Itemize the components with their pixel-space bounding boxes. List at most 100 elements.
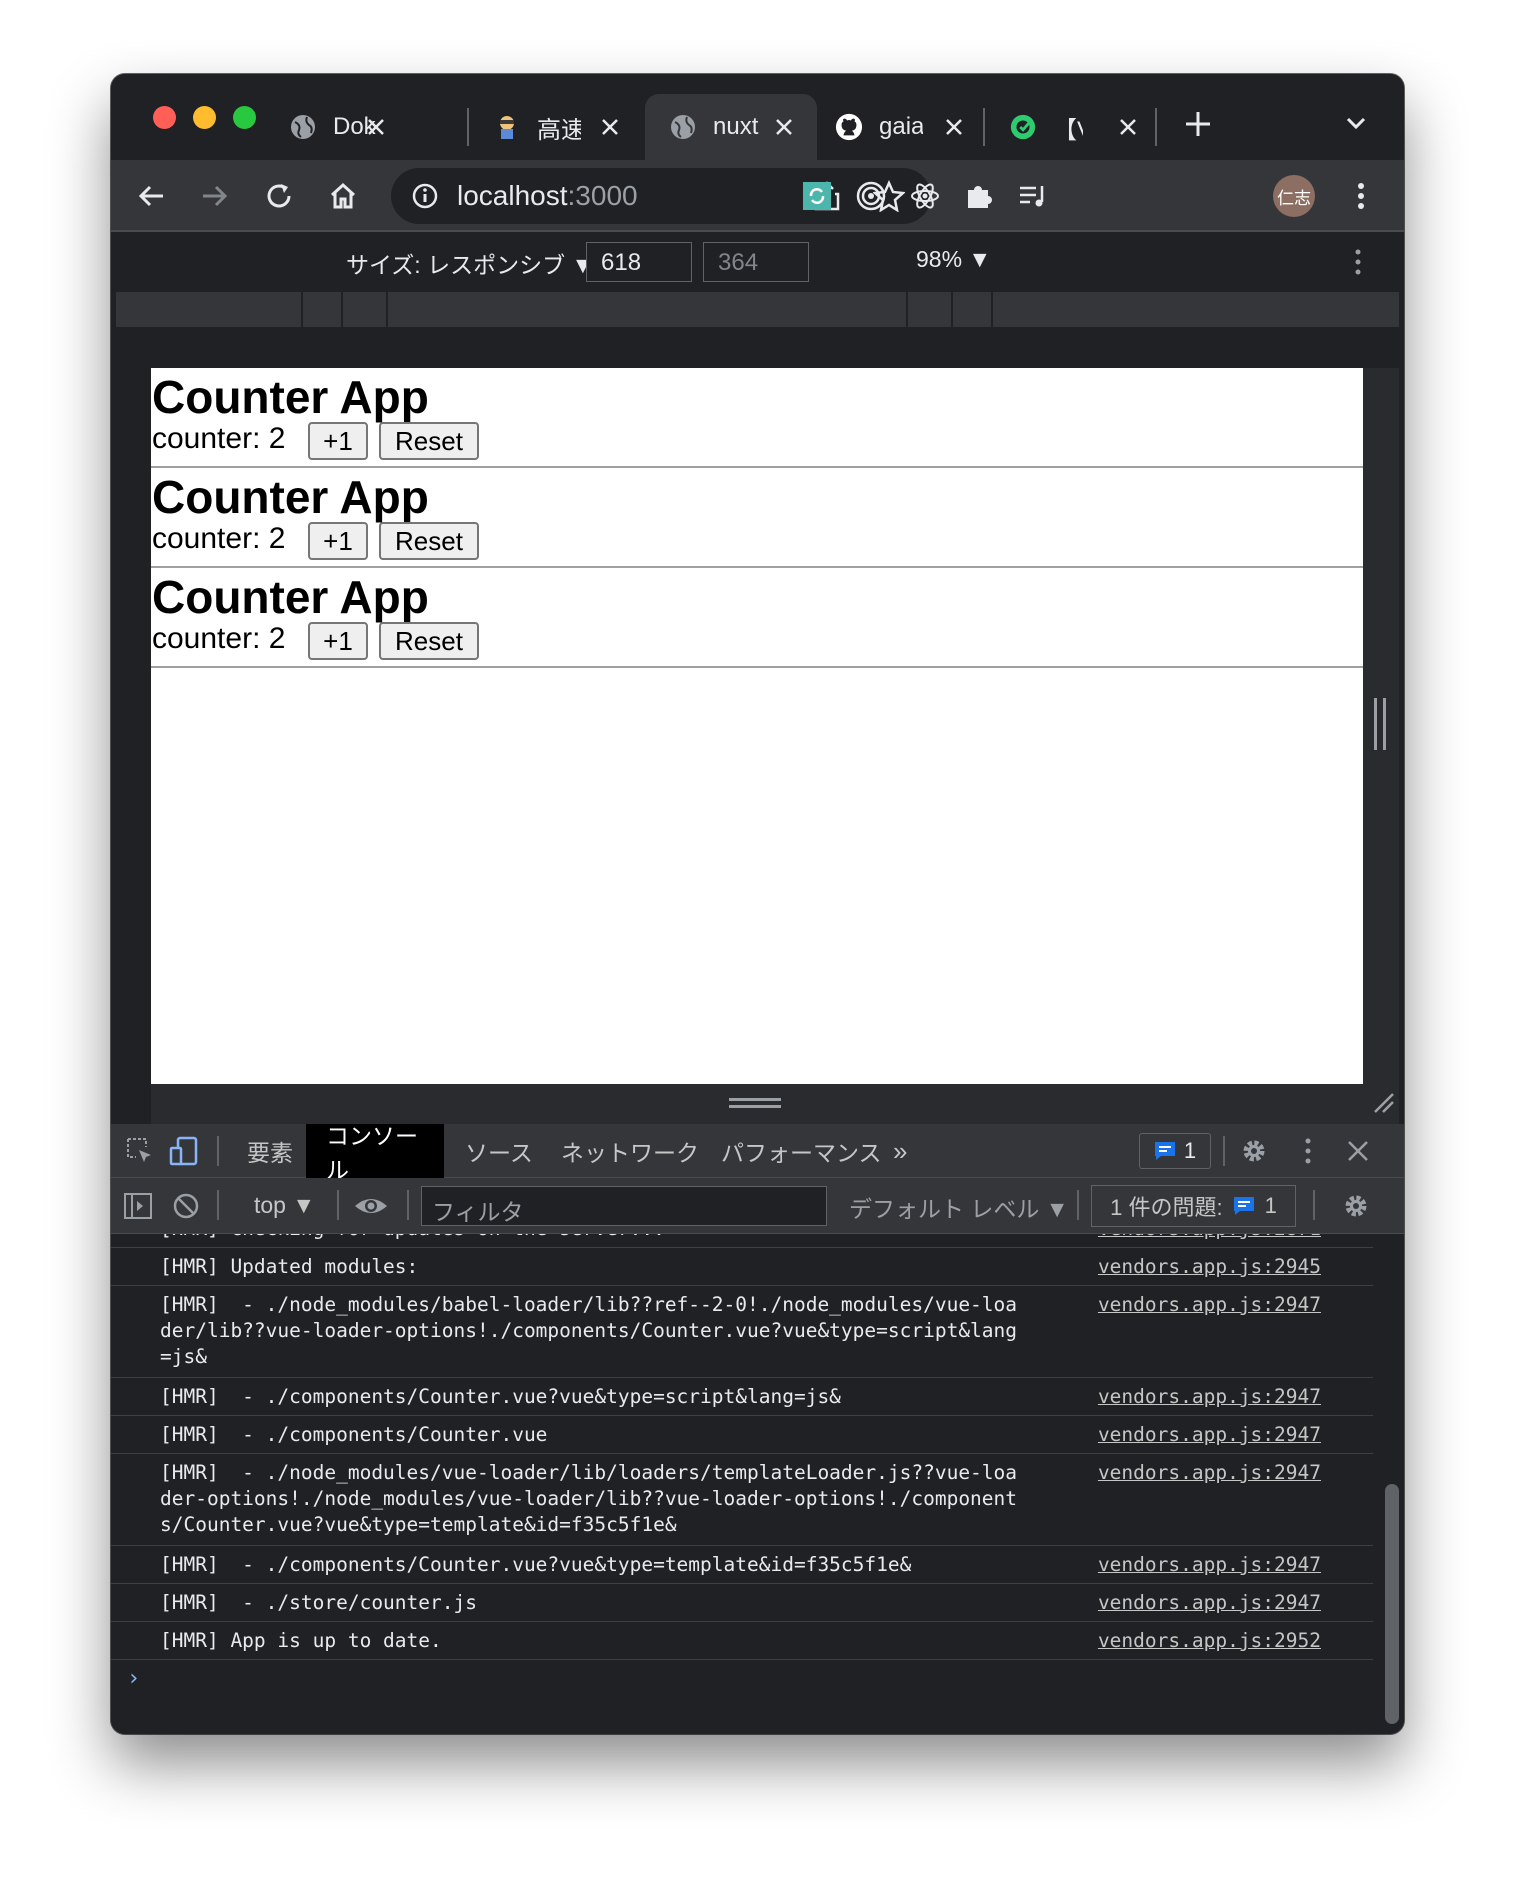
close-icon[interactable] [595,112,625,142]
console-toolbar: top ▼ フィルタ デフォルト レベル ▼ 1 件の問題: 1 [111,1178,1404,1234]
console-source-link[interactable]: vendors.app.js:2947 [1098,1384,1321,1410]
console-message: [HMR] - ./store/counter.js vendors.app.j… [111,1584,1373,1622]
clear-console-icon[interactable] [171,1191,201,1221]
live-expression-eye-icon[interactable] [353,1191,389,1221]
issues-count: 1 [1264,1193,1277,1218]
close-devtools-icon[interactable] [1343,1136,1373,1166]
responsive-size-dropdown[interactable]: サイズ: レスポンシブ ▼ [346,246,594,280]
viewport-width-handle[interactable] [1363,368,1399,1188]
reset-button[interactable]: Reset [379,422,479,460]
devtools-menu-icon[interactable] [1293,1136,1323,1166]
tab-title: 【Vu [1053,116,1083,144]
ruler-segment[interactable] [951,292,953,327]
scrollbar-thumb[interactable] [1385,1484,1399,1724]
viewport-width-input[interactable]: 618 [586,242,692,282]
reload-button[interactable] [261,178,297,214]
console-settings-gear-icon[interactable] [1341,1191,1371,1221]
console-source-link[interactable]: vendors.app.js:2947 [1098,1590,1321,1616]
browser-tab[interactable]: gaia [819,94,987,160]
console-source-link[interactable]: vendors.app.js:2945 [1098,1254,1321,1280]
extensions-puzzle-icon[interactable] [961,178,997,214]
page-viewport: Counter App counter: 2 +1 Reset Counter … [151,368,1363,1084]
profile-avatar[interactable]: 仁志 [1273,175,1315,217]
extension-target-icon[interactable] [853,178,889,214]
inspect-element-icon[interactable] [125,1136,155,1166]
browser-tab[interactable]: 【Vu [991,94,1161,160]
chevron-down-icon[interactable] [1341,108,1371,138]
tab-console[interactable]: コンソール [306,1123,444,1183]
close-icon[interactable] [1113,112,1143,142]
close-icon[interactable] [769,112,799,142]
console-scrollbar[interactable] [1373,1234,1404,1734]
tab-elements[interactable]: 要素 [227,1124,313,1178]
close-window-button[interactable] [153,106,176,129]
console-source-link[interactable]: vendors.app.js:2947 [1098,1422,1321,1448]
browser-tab-active[interactable]: nuxt [645,94,817,160]
extension-sync-icon[interactable] [799,178,835,214]
device-toolbar-toggle-icon[interactable] [169,1136,199,1166]
tab-sources[interactable]: ソース [445,1124,553,1178]
counter-value: counter: 2 [152,622,286,655]
console-source-link[interactable]: vendors.app.js:2947 [1098,1292,1321,1318]
tab-title: gaia [879,113,923,140]
new-tab-button[interactable] [1178,104,1218,144]
devtools-tabbar: 要素 コンソール ソース ネットワーク パフォーマンス » 1 [111,1123,1404,1183]
console-message: [HMR] - ./node_modules/babel-loader/lib?… [111,1286,1373,1378]
info-icon[interactable] [411,182,439,210]
tab-performance[interactable]: パフォーマンス [701,1124,902,1178]
tab-separator [983,108,985,146]
address-bar[interactable]: localhost:3000 [391,168,931,224]
ruler-segment[interactable] [906,292,908,327]
drag-handle-icon[interactable] [1374,698,1386,750]
console-message-text: [HMR] - ./components/Counter.vue?vue&typ… [160,1385,841,1408]
increment-button[interactable]: +1 [308,622,368,660]
tab-strip: Dok 高速 nuxt gaia 【 [111,74,1404,160]
context-selector[interactable]: top ▼ [254,1192,315,1219]
reset-button[interactable]: Reset [379,522,479,560]
ruler-segment[interactable] [991,292,993,327]
home-button[interactable] [325,178,361,214]
console-output: [HMR] Checking for updates on the server… [111,1234,1373,1734]
close-icon[interactable] [361,112,391,142]
close-icon[interactable] [939,112,969,142]
ruler-segment[interactable] [301,292,303,327]
increment-button[interactable]: +1 [308,522,368,560]
log-level-dropdown[interactable]: デフォルト レベル ▼ [849,1190,1069,1224]
counter-app: Counter App counter: 2 +1 Reset [151,568,1363,668]
settings-gear-icon[interactable] [1239,1136,1269,1166]
divider [1223,1136,1225,1166]
zoom-window-button[interactable] [233,106,256,129]
sidebar-toggle-icon[interactable] [123,1191,153,1221]
console-source-link[interactable]: vendors.app.js:2952 [1098,1628,1321,1654]
counter-app-title: Counter App [152,571,429,623]
browser-tab[interactable]: 高速 [475,94,643,160]
console-source-link[interactable]: vendors.app.js:2871 [1098,1234,1321,1242]
viewport-height-input[interactable]: 364 [703,242,809,282]
device-toolbar-menu-icon[interactable] [1354,248,1362,281]
console-source-link[interactable]: vendors.app.js:2947 [1098,1552,1321,1578]
console-message-text: [HMR] - ./node_modules/babel-loader/lib?… [160,1293,1018,1368]
increment-button[interactable]: +1 [308,422,368,460]
console-filter-input[interactable]: フィルタ [421,1186,827,1226]
browser-tab[interactable]: Dok [271,94,409,160]
console-message-text: [HMR] - ./store/counter.js [160,1591,477,1614]
more-tabs-button[interactable]: » [873,1124,927,1178]
console-source-link[interactable]: vendors.app.js:2947 [1098,1460,1321,1486]
ruler-segment[interactable] [386,292,388,327]
minimize-window-button[interactable] [193,106,216,129]
react-devtools-icon[interactable] [907,178,943,214]
media-query-ruler[interactable] [116,292,1399,327]
browser-menu-icon[interactable] [1343,178,1379,214]
reset-button[interactable]: Reset [379,622,479,660]
console-prompt[interactable]: › [127,1666,140,1691]
forward-button[interactable] [197,178,233,214]
ruler-segment[interactable] [341,292,343,327]
issues-button[interactable]: 1 件の問題: 1 [1091,1185,1296,1227]
drag-handle-icon[interactable] [729,1098,781,1108]
issues-counter-button[interactable]: 1 [1139,1133,1211,1169]
reading-list-icon[interactable] [1015,178,1051,214]
back-button[interactable] [133,178,169,214]
tab-network[interactable]: ネットワーク [541,1124,719,1178]
zoom-dropdown[interactable]: 98% ▼ [916,246,991,273]
resize-corner-icon[interactable] [1371,1090,1395,1114]
